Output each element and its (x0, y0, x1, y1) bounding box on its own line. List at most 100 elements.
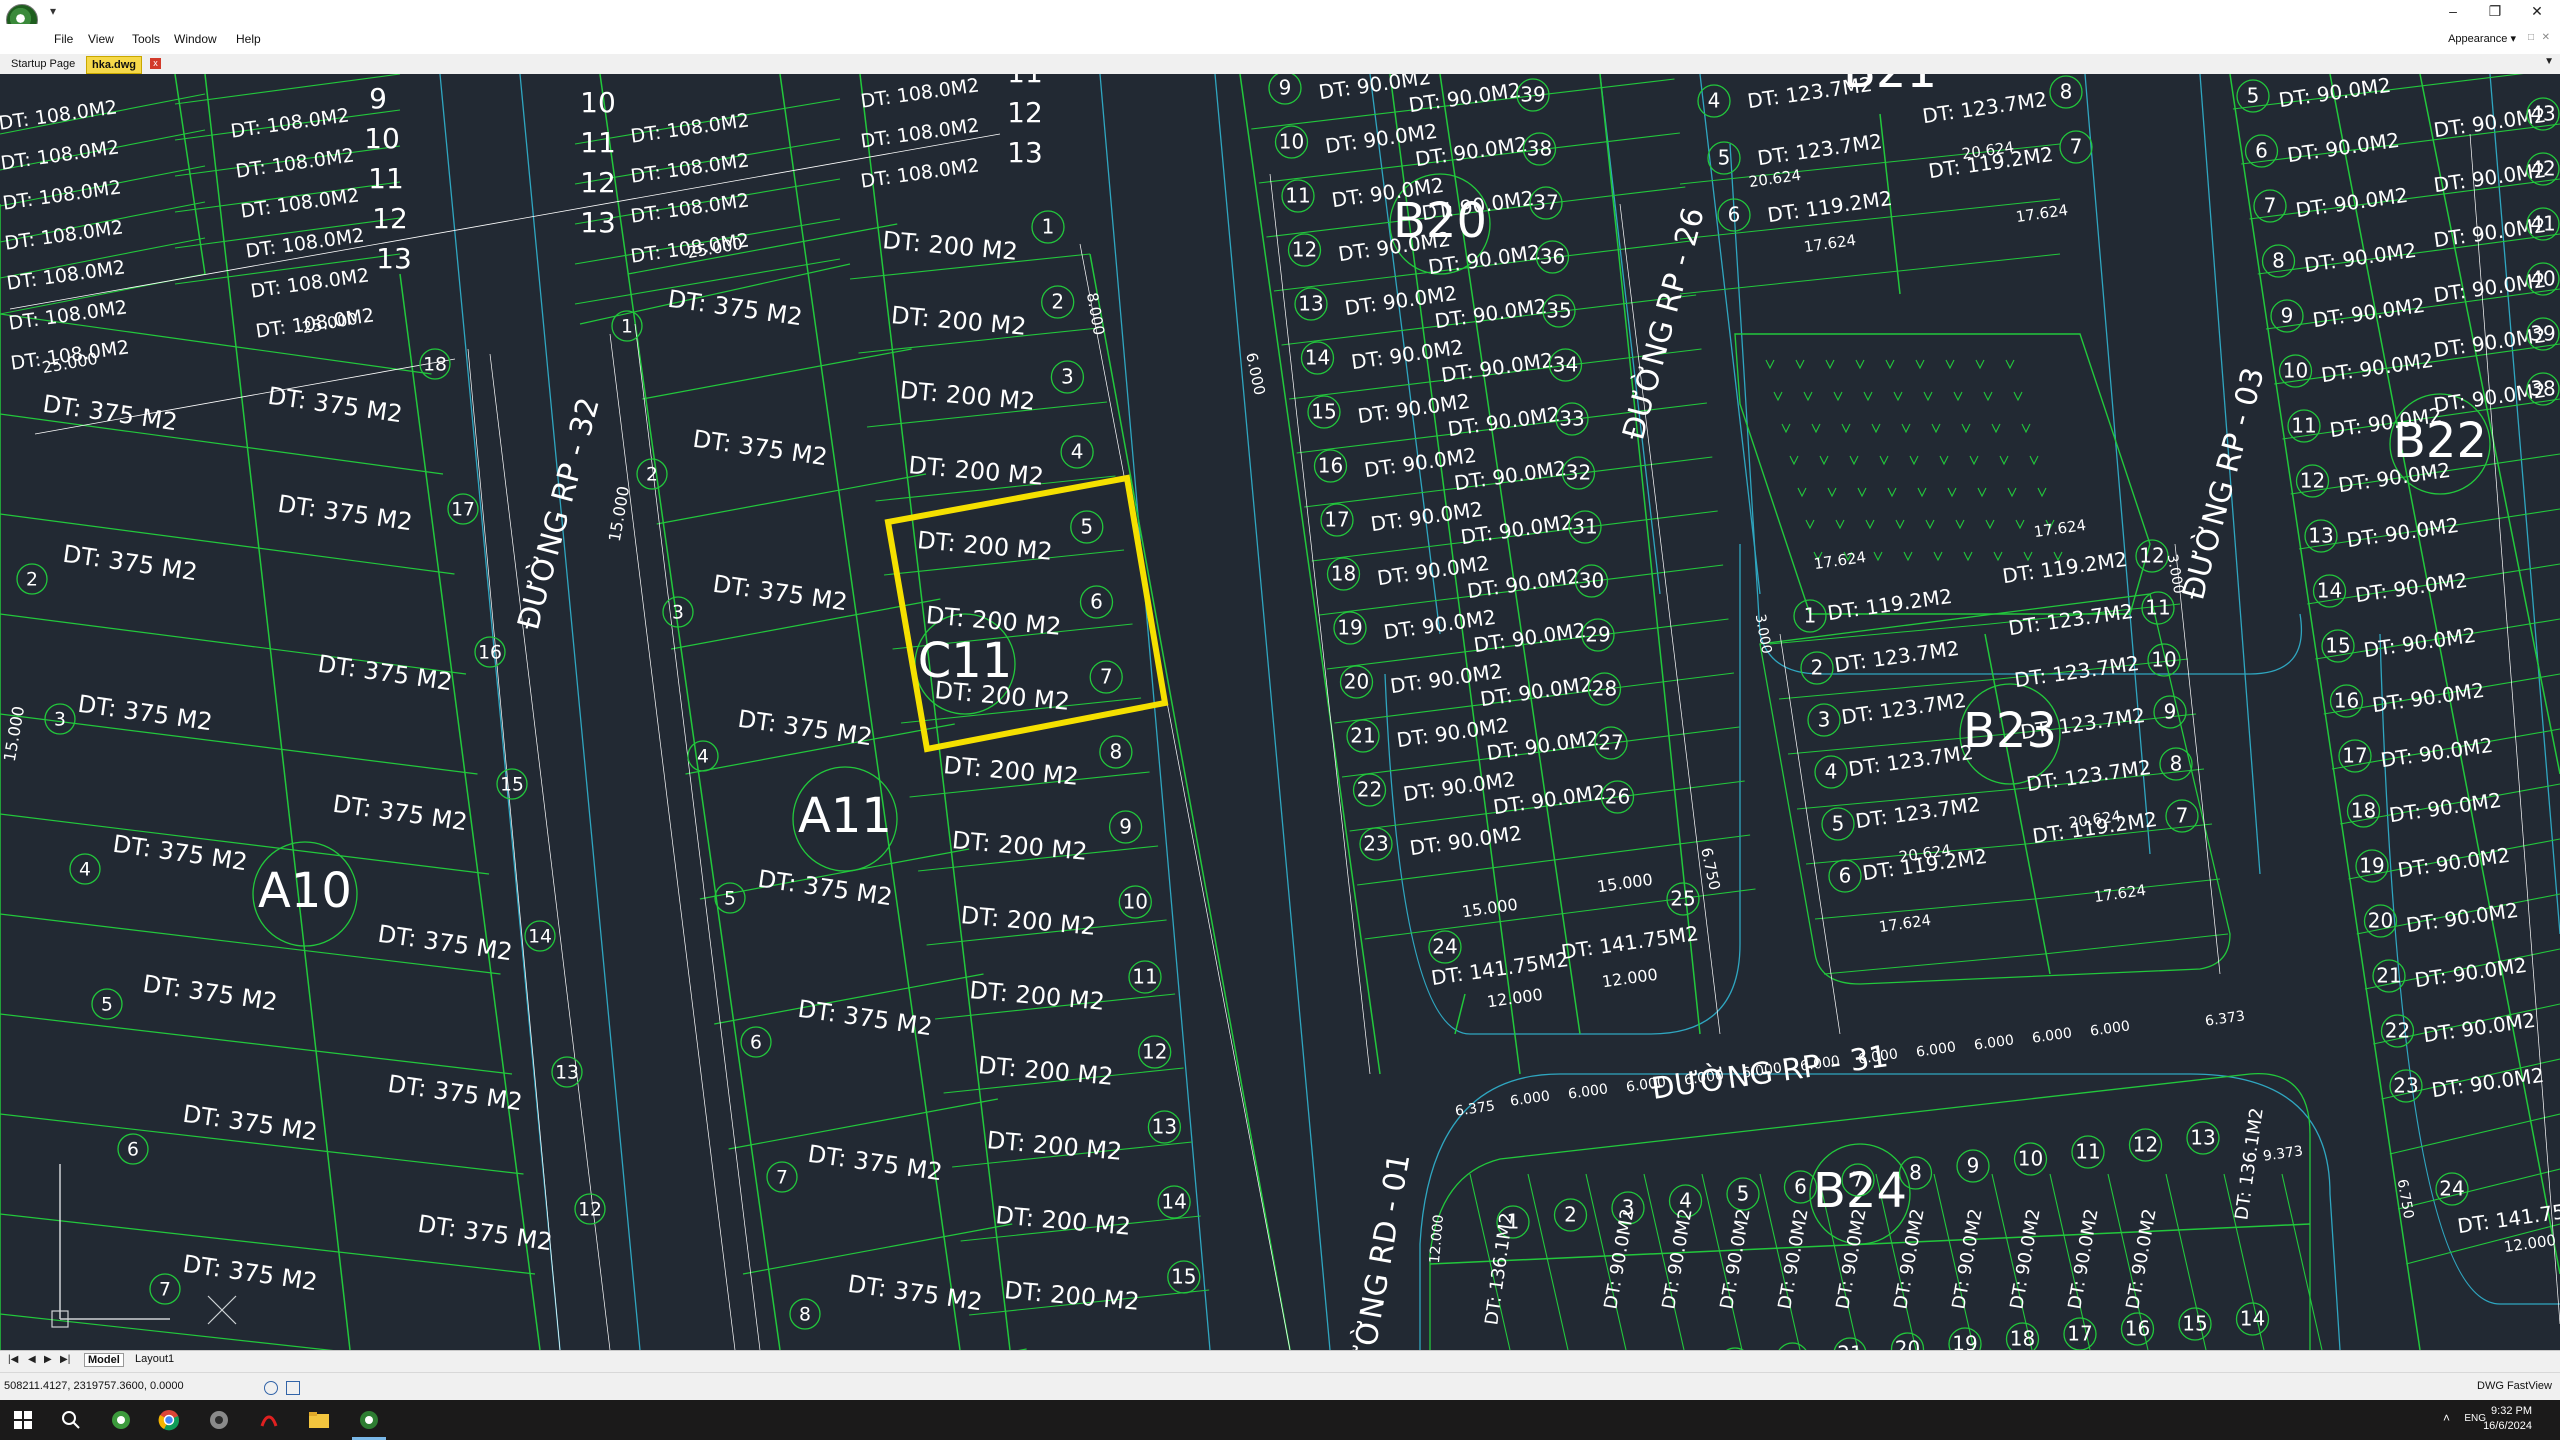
lot-number: 6 (1794, 1175, 1807, 1199)
chrome-icon[interactable] (156, 1408, 182, 1432)
dimension-text: 15.000 (1596, 870, 1654, 897)
lot-number: 6 (1839, 864, 1852, 888)
tree-icon (2029, 455, 2039, 466)
tree-icon (1977, 487, 1987, 498)
lot-area: DT: 375 M2 (61, 540, 199, 587)
tree-icon (1795, 359, 1805, 370)
tree-icon (1865, 519, 1875, 530)
lot-number: 21 (1837, 1342, 1862, 1351)
lot-area: DT: 375 M2 (316, 650, 454, 697)
lot-number: 8 (2060, 80, 2073, 104)
lot-area: DT: 200 M2 (960, 901, 1098, 941)
tab-layout1[interactable]: Layout1 (132, 1353, 177, 1365)
search-icon[interactable] (58, 1408, 84, 1432)
lot-number: 15 (1171, 1265, 1196, 1289)
lot-area: DT: 200 M2 (907, 451, 1045, 491)
appearance-dropdown[interactable]: Appearance ▾ (2448, 32, 2516, 45)
lot-area: DT: 375 M2 (691, 425, 829, 472)
parcel-line (0, 1013, 513, 1075)
lot-area: DT: 108.0M2 (629, 189, 750, 227)
dimension-text: 20.624 (1748, 166, 1802, 191)
dimension-line (609, 333, 736, 1350)
tab-startup-page[interactable]: Startup Page (6, 56, 80, 72)
dimension-text: 6.750 (1697, 846, 1724, 892)
lot-number: 17 (2342, 744, 2367, 768)
windows-start-icon[interactable] (10, 1408, 36, 1432)
layout-last-button[interactable]: ▶| (60, 1354, 70, 1365)
tree-icon (1953, 391, 1963, 402)
cad-drawing[interactable]: ĐƯỜNG RP - 32ĐƯỜNG RP - 26ĐƯỜNG RP - 03Đ… (0, 74, 2560, 1350)
lot-number: 5 (724, 889, 736, 910)
file-explorer-icon[interactable] (306, 1408, 332, 1432)
dimension-text: 17.624 (2093, 881, 2147, 906)
layout-first-button[interactable]: |◀ (8, 1354, 18, 1365)
lot-number: 20 (1895, 1337, 1920, 1351)
lot-number: 4 (1071, 440, 1084, 464)
tab-close-button[interactable]: x (150, 58, 161, 69)
lot-number: 16 (2125, 1317, 2150, 1341)
app-gray-icon[interactable] (206, 1408, 232, 1432)
road-name-rp32: ĐƯỜNG RP - 32 (509, 393, 606, 633)
doc-close-icon[interactable]: ✕ (2542, 32, 2550, 43)
dimension-text: 15.000 (605, 485, 633, 543)
menu-help[interactable]: Help (236, 32, 261, 46)
lot-area: DT: 90.0M2 (1408, 821, 1523, 860)
dimension-text: 6.750 (2394, 1178, 2417, 1220)
lot-number: 41 (2530, 212, 2555, 236)
parcel-line (2389, 1113, 2560, 1155)
tree-icon (1893, 391, 1903, 402)
lot-area: DT: 90.0M2 (2064, 1207, 2102, 1311)
menu-window[interactable]: Window (174, 32, 217, 46)
dimension-text: 17.624 (1813, 548, 1867, 573)
lot-number: 2 (1051, 290, 1064, 314)
lot-number: 12 (580, 166, 616, 199)
drawing-canvas[interactable]: ĐƯỜNG RP - 32 ĐƯỜNG RP - 26 ĐƯỜNG RP - 03 Đ… (0, 74, 2560, 1350)
menu-tools[interactable]: Tools (132, 32, 160, 46)
snap-icon[interactable] (264, 1381, 278, 1395)
taskbar-clock[interactable]: 9:32 PM 16/6/2024 (2483, 1404, 2532, 1434)
tray-overflow-icon[interactable]: ˄ (2443, 1411, 2450, 1425)
menu-file[interactable]: File (54, 32, 73, 46)
lot-area: DT: 123.7M2 (2013, 651, 2141, 692)
lot-number: 13 (580, 206, 616, 239)
lot-number: 24 (2439, 1177, 2464, 1201)
layout-next-button[interactable]: ▶ (44, 1354, 52, 1365)
tree-icon (1781, 423, 1791, 434)
lot-number: 9 (1119, 815, 1132, 839)
tab-model[interactable]: Model (84, 1353, 124, 1367)
tree-icon (2037, 487, 2047, 498)
dwg-fastview-taskbar-icon[interactable] (356, 1408, 382, 1432)
lot-number: 13 (376, 242, 412, 275)
parcel-line (2043, 933, 2229, 955)
pdf-reader-icon[interactable] (256, 1408, 282, 1432)
lot-number: 3 (54, 710, 66, 731)
lot-area: DT: 375 M2 (666, 285, 804, 332)
tree-icon (1857, 487, 1867, 498)
road-name-rp03: ĐƯỜNG RP - 03 (2174, 363, 2271, 603)
lot-number: 7 (1100, 665, 1113, 689)
quick-access-dropdown[interactable]: ▾ (50, 4, 56, 18)
app-green-icon[interactable] (108, 1408, 134, 1432)
minimize-button[interactable]: – (2438, 3, 2468, 19)
windows-taskbar: ˄ ENG 9:32 PM 16/6/2024 (0, 1400, 2560, 1440)
lot-number: 6 (2255, 139, 2268, 163)
grid-icon[interactable] (286, 1381, 300, 1395)
lot-number: 38 (2530, 377, 2555, 401)
lot-area: DT: 375 M2 (736, 705, 874, 752)
lot-number: 14 (1305, 346, 1330, 370)
lot-area: DT: 123.7M2 (1921, 87, 2049, 128)
document-tab-bar: Startup Page hka.dwg x ▼ (0, 54, 2560, 75)
menu-view[interactable]: View (88, 32, 114, 46)
restore-button[interactable]: ❐ (2480, 3, 2510, 20)
tree-icon (1855, 359, 1865, 370)
layout-prev-button[interactable]: ◀ (28, 1354, 36, 1365)
tree-icon (1879, 455, 1889, 466)
lot-number: 2 (26, 570, 38, 591)
lot-number: 33 (1559, 407, 1584, 431)
tab-list-arrow-icon[interactable]: ▼ (2544, 56, 2554, 67)
tree-icon (1925, 519, 1935, 530)
lot-number: 13 (1007, 136, 1043, 169)
close-button[interactable]: ✕ (2522, 3, 2552, 20)
tab-hka-dwg[interactable]: hka.dwg (86, 56, 143, 74)
doc-restore-icon[interactable]: □ (2528, 32, 2534, 43)
